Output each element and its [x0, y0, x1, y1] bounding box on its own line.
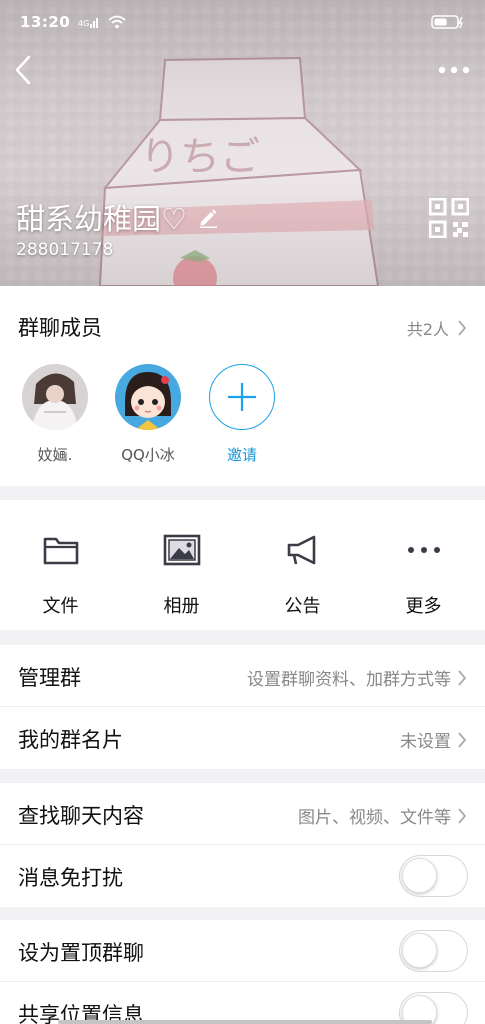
member-item[interactable]: QQ小冰 [103, 364, 193, 465]
back-button[interactable] [8, 50, 38, 90]
status-bar: 13:20 4G [0, 0, 485, 44]
plus-icon [228, 383, 256, 411]
my-group-card-row[interactable]: 我的群名片 未设置 [0, 707, 485, 769]
avatar [22, 364, 88, 430]
action-more[interactable]: 更多 [363, 530, 484, 618]
status-time: 13:20 [20, 13, 71, 31]
edit-pencil-icon[interactable] [197, 206, 219, 228]
row-title: 查找聊天内容 [18, 804, 144, 828]
row-value: 图片、视频、文件等 [298, 808, 451, 828]
battery-icon [431, 14, 465, 30]
member-name: QQ小冰 [121, 446, 175, 464]
action-album[interactable]: 相册 [121, 530, 242, 618]
row-title: 消息免打扰 [18, 866, 123, 890]
header-more-button[interactable] [431, 52, 477, 88]
action-label: 公告 [284, 596, 321, 617]
group-cover-header: りちご 13:20 4G [0, 0, 485, 286]
more-dots-icon [407, 547, 440, 553]
members-count-link[interactable]: 共2人 [407, 316, 467, 340]
qr-code-icon[interactable] [429, 198, 469, 238]
album-icon [163, 534, 200, 566]
chevron-right-icon [458, 669, 467, 686]
share-location-row: 共享位置信息 [0, 982, 485, 1024]
row-value: 设置群聊资料、加群方式等 [247, 670, 451, 690]
manage-group-row[interactable]: 管理群 设置群聊资料、加群方式等 [0, 645, 485, 707]
quick-actions: 文件 相册 公告 更多 [0, 500, 485, 630]
action-announcement[interactable]: 公告 [242, 530, 363, 618]
do-not-disturb-toggle[interactable] [399, 855, 468, 897]
action-files[interactable]: 文件 [0, 530, 121, 618]
invite-label: 邀请 [226, 446, 257, 464]
row-title: 设为置顶群聊 [18, 941, 144, 965]
megaphone-icon [287, 535, 315, 565]
chevron-right-icon [458, 807, 467, 824]
members-count: 共2人 [406, 320, 449, 339]
wifi-icon [108, 15, 126, 29]
signal-icon: 4G [78, 15, 100, 29]
action-label: 更多 [405, 596, 442, 617]
avatar [115, 364, 181, 430]
folder-icon [43, 537, 78, 565]
member-name: 妏婳. [37, 446, 73, 464]
members-title: 群聊成员 [18, 316, 102, 340]
search-chat-row[interactable]: 查找聊天内容 图片、视频、文件等 [0, 783, 485, 845]
pin-group-row: 设为置顶群聊 [0, 920, 485, 982]
row-title: 我的群名片 [18, 728, 123, 752]
group-name: 甜系幼稚园♡ [16, 202, 187, 236]
member-item[interactable]: 妏婳. [10, 364, 100, 465]
svg-text:4G: 4G [78, 19, 89, 28]
group-name-row[interactable]: 甜系幼稚园♡ [16, 196, 219, 238]
pin-group-toggle[interactable] [399, 930, 468, 972]
home-indicator [58, 1020, 432, 1024]
chevron-right-icon [458, 731, 467, 748]
more-dots-icon [438, 66, 470, 74]
chevron-left-icon [15, 55, 31, 85]
group-id: 288017178 [16, 240, 114, 260]
chevron-right-icon [458, 320, 467, 336]
members-section: 群聊成员 共2人 妏婳. QQ小冰 邀请 [0, 286, 485, 486]
do-not-disturb-row: 消息免打扰 [0, 845, 485, 907]
action-label: 文件 [42, 596, 79, 617]
action-label: 相册 [163, 596, 200, 617]
row-value: 未设置 [400, 732, 451, 752]
invite-button[interactable]: 邀请 [197, 364, 287, 465]
row-title: 管理群 [18, 666, 81, 690]
